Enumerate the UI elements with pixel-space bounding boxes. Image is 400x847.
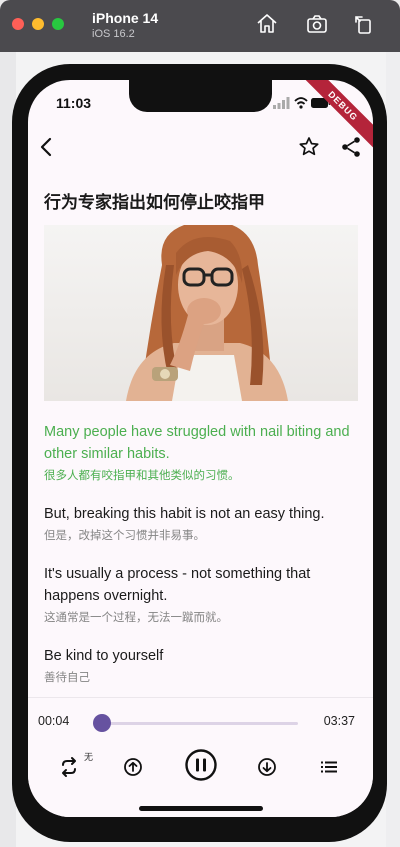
current-time: 00:04: [38, 714, 70, 728]
pause-circle-icon: [185, 749, 217, 781]
rotate-icon: [355, 16, 371, 34]
screenshot-button[interactable]: [305, 12, 329, 36]
share-icon: [342, 137, 360, 157]
progress-slider[interactable]: [93, 714, 298, 732]
paragraph-2[interactable]: But, breaking this habit is not an easy …: [44, 503, 358, 543]
status-icons: [273, 97, 331, 109]
progress-thumb[interactable]: [93, 714, 111, 732]
rotate-button[interactable]: [352, 12, 376, 36]
back-button[interactable]: [34, 134, 60, 160]
paragraph-4[interactable]: Be kind to yourself 善待自己: [44, 645, 358, 685]
total-time: 03:37: [323, 714, 355, 728]
article-title: 行为专家指出如何停止咬指甲: [44, 193, 265, 212]
paragraph-english: But, breaking this habit is not an easy …: [44, 506, 325, 522]
article-image: [44, 225, 358, 401]
woman-biting-nails-image: [126, 225, 288, 401]
paragraph-3[interactable]: It's usually a process - not something t…: [44, 563, 358, 625]
os-version: iOS 16.2: [92, 28, 135, 40]
arrow-down-circle-icon: [258, 758, 276, 776]
list-icon: [321, 761, 337, 773]
paragraph-chinese: 但是，改掉这个习惯并非易事。: [44, 530, 205, 542]
simulator-titlebar: iPhone 14 iOS 16.2: [0, 0, 400, 52]
paragraph-chinese: 这通常是一个过程，无法一蹴而就。: [44, 612, 228, 624]
pause-button[interactable]: [184, 748, 218, 782]
notch: [129, 80, 272, 112]
zoom-window-button[interactable]: [52, 18, 64, 30]
paragraph-1[interactable]: Many people have struggled with nail bit…: [44, 421, 358, 483]
cellular-signal-icon: [273, 97, 290, 109]
device-name: iPhone 14: [92, 10, 159, 26]
status-time: 11:03: [56, 95, 92, 111]
home-indicator: [139, 806, 263, 811]
next-button[interactable]: [252, 752, 282, 782]
audio-player: 00:04 03:37 无: [28, 697, 373, 817]
chevron-left-icon: [40, 137, 52, 157]
home-button[interactable]: [255, 12, 279, 36]
paragraph-english: Be kind to yourself: [44, 648, 164, 664]
background-editor-right-edge: [386, 52, 400, 847]
loop-mode-label: 无: [84, 752, 94, 762]
repeat-icon: [62, 757, 76, 777]
share-button[interactable]: [338, 134, 364, 160]
loop-mode-button[interactable]: [54, 752, 84, 782]
close-window-button[interactable]: [12, 18, 24, 30]
minimize-window-button[interactable]: [32, 18, 44, 30]
paragraph-english: It's usually a process - not something t…: [44, 566, 311, 604]
home-icon: [257, 14, 277, 33]
wifi-icon: [294, 97, 308, 109]
paragraph-english: Many people have struggled with nail bit…: [44, 424, 350, 462]
paragraph-chinese: 善待自己: [44, 672, 90, 684]
favorite-button[interactable]: [296, 134, 322, 160]
paragraph-chinese: 很多人都有咬指甲和其他类似的习惯。: [44, 470, 240, 482]
playlist-button[interactable]: [314, 752, 344, 782]
previous-button[interactable]: [118, 752, 148, 782]
phone-screen: 11:03 DEBUG 行为专家指出如何停止咬指甲 Many people ha…: [28, 80, 373, 817]
star-outline-icon: [299, 137, 319, 156]
article-content: 行为专家指出如何停止咬指甲 Many people have struggled…: [44, 180, 358, 685]
camera-icon: [307, 15, 327, 33]
arrow-up-circle-icon: [124, 758, 142, 776]
